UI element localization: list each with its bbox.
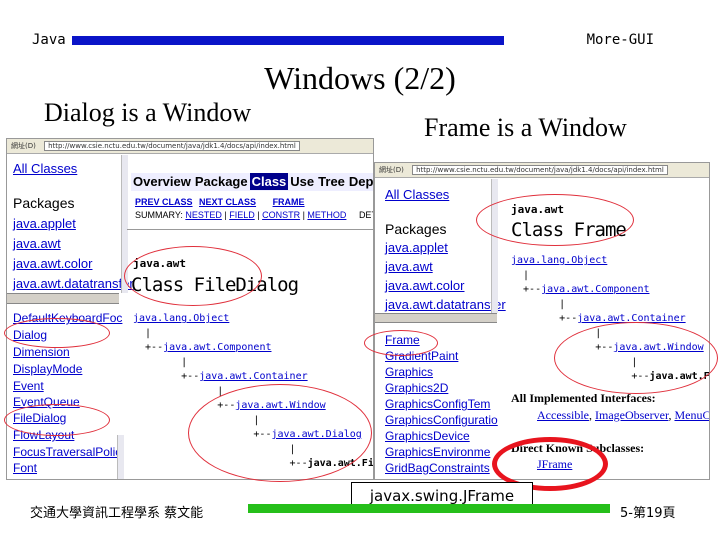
- right-package-frame: All Classes Packages java.applet java.aw…: [375, 179, 506, 325]
- left-summary-line: SUMMARY: NESTED | FIELD | CONSTR | METHO…: [135, 210, 373, 220]
- summary-method-link[interactable]: METHOD: [307, 210, 346, 220]
- left-heading: Dialog is a Window: [44, 98, 252, 127]
- left-package-link[interactable]: java.applet: [13, 216, 76, 231]
- interface-link[interactable]: Accessible: [537, 408, 589, 422]
- left-class-link[interactable]: FocusTraversalPolic: [13, 445, 121, 459]
- left-prev-next: PREV CLASS NEXT CLASS FRAME: [135, 197, 305, 207]
- nav-class[interactable]: Class: [249, 173, 289, 190]
- right-package-link[interactable]: java.awt.datatransfer: [385, 297, 506, 312]
- nav-overview[interactable]: Overview: [131, 173, 193, 190]
- right-class-link[interactable]: GridBagConstraints: [385, 461, 490, 475]
- annotation-ellipse-window-frame: [554, 322, 718, 394]
- frames-link[interactable]: FRAME: [273, 197, 305, 207]
- right-class-link[interactable]: GraphicsConfigTem: [385, 397, 490, 411]
- summary-field-link[interactable]: FIELD: [229, 210, 255, 220]
- prev-class-link[interactable]: PREV CLASS: [135, 197, 193, 207]
- header-course-label: Java: [32, 32, 66, 48]
- footer-bar: [248, 504, 610, 513]
- right-package-link[interactable]: java.applet: [385, 240, 448, 255]
- left-all-classes-link[interactable]: All Classes: [13, 161, 77, 176]
- left-frame-separator[interactable]: [7, 293, 119, 304]
- left-divider: [127, 229, 373, 230]
- left-packages-heading: Packages: [13, 195, 75, 211]
- right-class-link[interactable]: GraphicsDevice: [385, 429, 470, 443]
- nav-deprecated[interactable]: Deprec: [347, 173, 373, 190]
- hier-link[interactable]: java.awt.Container: [199, 371, 307, 382]
- header-bar: [72, 36, 504, 45]
- annotation-ellipse-frame: [364, 330, 438, 356]
- annotation-ellipse-hierarchy: [188, 384, 372, 482]
- hier-link[interactable]: java.awt.Component: [541, 284, 649, 295]
- left-class-link[interactable]: Font: [13, 461, 37, 475]
- right-class-link[interactable]: Graphics2D: [385, 381, 448, 395]
- left-class-link[interactable]: Event: [13, 379, 44, 393]
- hier-link[interactable]: java.lang.Object: [511, 255, 607, 266]
- interface-link[interactable]: MenuCon: [674, 408, 709, 422]
- right-all-classes-link[interactable]: All Classes: [385, 187, 449, 202]
- right-address-label: 網址(D): [379, 166, 404, 174]
- right-class-link[interactable]: GraphicsConfiguratio: [385, 413, 498, 427]
- right-package-link[interactable]: java.awt: [385, 259, 433, 274]
- annotation-ellipse-class-frame: [476, 194, 634, 246]
- footer-department: 交通大學資訊工程學系 蔡文能: [30, 506, 204, 521]
- left-address-label: 網址(D): [11, 142, 36, 150]
- right-package-scrollbar[interactable]: [491, 179, 498, 313]
- left-address-bar: 網址(D) http://www.csie.nctu.edu.tw/docume…: [7, 139, 373, 154]
- right-frame-separator[interactable]: [375, 313, 497, 323]
- left-package-frame: All Classes Packages java.applet java.aw…: [7, 155, 134, 295]
- left-class-scrollbar[interactable]: [117, 435, 124, 479]
- left-class-link[interactable]: DisplayMode: [13, 362, 82, 376]
- nav-package[interactable]: Package: [193, 173, 250, 190]
- right-package-link[interactable]: java.awt.color: [385, 278, 464, 293]
- summary-detail-label: DETAIL: [358, 210, 373, 220]
- summary-nested-link[interactable]: NESTED: [185, 210, 222, 220]
- slide-title: Windows (2/2): [264, 60, 456, 96]
- nav-tree[interactable]: Tree: [316, 173, 347, 190]
- right-class-link[interactable]: Graphics: [385, 365, 433, 379]
- left-url-field[interactable]: http://www.csie.nctu.edu.tw/document/jav…: [44, 141, 300, 151]
- annotation-ellipse-filedialog: [4, 404, 110, 436]
- annotation-ellipse-dialog: [4, 318, 110, 348]
- right-url-field[interactable]: http://www.csie.nctu.edu.tw/document/jav…: [412, 165, 668, 175]
- next-class-link[interactable]: NEXT CLASS: [199, 197, 256, 207]
- interface-link[interactable]: ImageObserver: [595, 408, 668, 422]
- nav-use[interactable]: Use: [288, 173, 316, 190]
- interfaces-list: Accessible, ImageObserver, MenuCon: [537, 408, 709, 423]
- header-topic-label: More-GUI: [586, 32, 654, 48]
- summary-constr-link[interactable]: CONSTR: [262, 210, 300, 220]
- annotation-ellipse-class-filedialog: [124, 246, 262, 306]
- hier-link[interactable]: java.lang.Object: [133, 313, 229, 324]
- right-heading: Frame is a Window: [424, 113, 627, 142]
- right-packages-heading: Packages: [385, 221, 447, 237]
- summary-label: SUMMARY:: [135, 210, 183, 220]
- footer-page-number: 5-第19頁: [620, 506, 676, 521]
- right-class-link[interactable]: GraphicsEnvironme: [385, 445, 490, 459]
- right-address-bar: 網址(D) http://www.csie.nctu.edu.tw/docume…: [375, 163, 709, 178]
- left-package-link[interactable]: java.awt.color: [13, 256, 92, 271]
- left-package-link[interactable]: java.awt: [13, 236, 61, 251]
- left-package-link[interactable]: java.awt.datatransfer: [13, 276, 134, 291]
- hier-link[interactable]: java.awt.Component: [163, 342, 271, 353]
- left-nav-bar: OverviewPackageClassUseTreeDeprec: [131, 173, 373, 191]
